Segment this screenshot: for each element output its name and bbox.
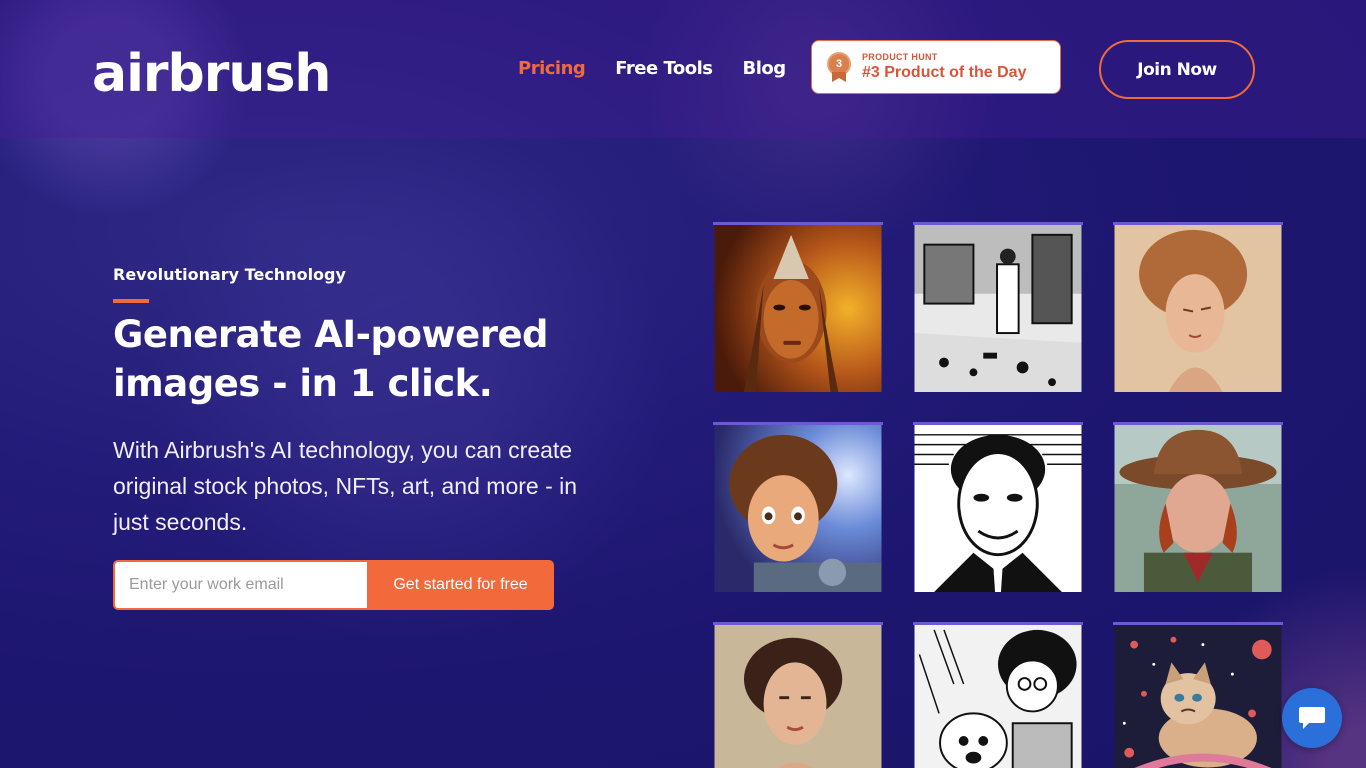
- medal-icon: 3: [826, 52, 852, 82]
- classic-portrait-image: [714, 625, 882, 768]
- join-now-button[interactable]: Join Now: [1099, 40, 1255, 99]
- product-hunt-badge[interactable]: 3 PRODUCT HUNT #3 Product of the Day: [811, 40, 1061, 94]
- site-header: airbrush Pricing Free Tools Blog 3 PRODU…: [0, 0, 1366, 138]
- chat-bubble-icon: [1299, 707, 1325, 729]
- hero-subtitle: With Airbrush's AI technology, you can c…: [113, 437, 578, 535]
- gallery-tile-game-hero[interactable]: [713, 422, 883, 592]
- eyebrow-divider: [113, 299, 149, 303]
- nav-blog[interactable]: Blog: [743, 58, 787, 79]
- game-character-image: [714, 425, 882, 592]
- nav-pricing[interactable]: Pricing: [518, 58, 586, 79]
- fantasy-warrior-image: [714, 225, 882, 392]
- grumpy-cat-image: [1114, 625, 1282, 768]
- hero-title: Generate AI-powered images - in 1 click.: [113, 313, 549, 405]
- gallery-tile-ink-man[interactable]: [913, 422, 1083, 592]
- gallery-tile-hat-woman[interactable]: [1113, 422, 1283, 592]
- manga-kids-image: [914, 625, 1082, 768]
- hat-woman-image: [1114, 425, 1282, 592]
- woman-portrait-image: [1114, 225, 1282, 392]
- product-hunt-rank: #3 Product of the Day: [862, 64, 1027, 81]
- hero-eyebrow: Revolutionary Technology: [113, 265, 346, 284]
- gallery-tile-classic-woman[interactable]: [713, 622, 883, 768]
- main-nav: Pricing Free Tools Blog: [518, 58, 786, 79]
- ink-portrait-image: [914, 425, 1082, 592]
- email-input[interactable]: [113, 560, 367, 610]
- gallery-tile-woman[interactable]: [1113, 222, 1283, 392]
- gallery-tile-manga-room[interactable]: [913, 222, 1083, 392]
- product-hunt-label: PRODUCT HUNT: [862, 52, 938, 62]
- gallery-tile-space-cat[interactable]: [1113, 622, 1283, 768]
- nav-free-tools[interactable]: Free Tools: [615, 58, 713, 79]
- gallery-tile-manga-kids[interactable]: [913, 622, 1083, 768]
- airbrush-logo[interactable]: airbrush: [92, 44, 331, 104]
- get-started-button[interactable]: Get started for free: [367, 560, 554, 610]
- manga-room-image: [914, 225, 1082, 392]
- gallery-tile-warrior[interactable]: [713, 222, 883, 392]
- signup-form: Get started for free: [113, 560, 554, 610]
- chat-button[interactable]: [1282, 688, 1342, 748]
